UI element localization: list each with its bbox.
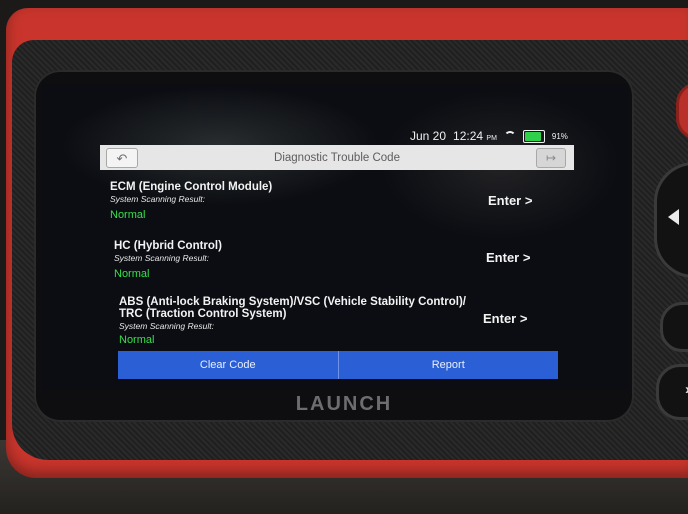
enter-button-hc[interactable]: Enter > — [486, 250, 530, 265]
scan-result-label: System Scanning Result: — [110, 194, 205, 204]
report-button[interactable]: Report — [337, 351, 559, 379]
battery-percent: 91% — [551, 131, 568, 141]
hardware-button-2[interactable]: › — [656, 364, 688, 420]
battery-icon — [522, 129, 545, 143]
clear-code-button[interactable]: Clear Code — [118, 351, 338, 379]
system-name-line2: TRC (Traction Control System) — [119, 308, 287, 320]
status-bar: Jun 20 12:24 PM 91% — [410, 128, 568, 144]
system-row-ecm: ECM (Engine Control Module) System Scann… — [110, 181, 272, 221]
exit-icon: ↦ — [545, 151, 557, 165]
scan-result-label: System Scanning Result: — [114, 253, 209, 263]
back-button[interactable]: ↶ — [106, 148, 138, 168]
scan-result-label: System Scanning Result: — [119, 321, 214, 331]
action-bar: Clear Code Report — [118, 351, 558, 379]
title-bar: ↶ Diagnostic Trouble Code ↦ — [100, 145, 574, 170]
status-time: 12:24 PM — [453, 129, 497, 143]
system-row-hc: HC (Hybrid Control) System Scanning Resu… — [114, 240, 222, 280]
exit-button[interactable]: ↦ — [536, 148, 566, 168]
system-name-line1: ABS (Anti-lock Braking System)/VSC (Vehi… — [119, 296, 466, 308]
page-title: Diagnostic Trouble Code — [274, 151, 400, 164]
system-name: HC (Hybrid Control) — [114, 240, 222, 252]
system-name: ECM (Engine Control Module) — [110, 181, 273, 193]
brand-logo: LAUNCH — [295, 393, 393, 415]
system-row-abs: ABS (Anti-lock Braking System)/VSC (Vehi… — [119, 296, 466, 346]
left-arrow-icon — [668, 209, 679, 225]
scan-status: Normal — [110, 209, 146, 221]
scan-status: Normal — [114, 268, 150, 280]
enter-button-ecm[interactable]: Enter > — [488, 193, 532, 208]
enter-button-abs[interactable]: Enter > — [483, 311, 527, 326]
status-date: Jun 20 — [410, 129, 447, 143]
wifi-icon — [503, 131, 516, 141]
back-arrow-icon: ↶ — [116, 150, 128, 166]
scan-status: Normal — [119, 334, 155, 346]
